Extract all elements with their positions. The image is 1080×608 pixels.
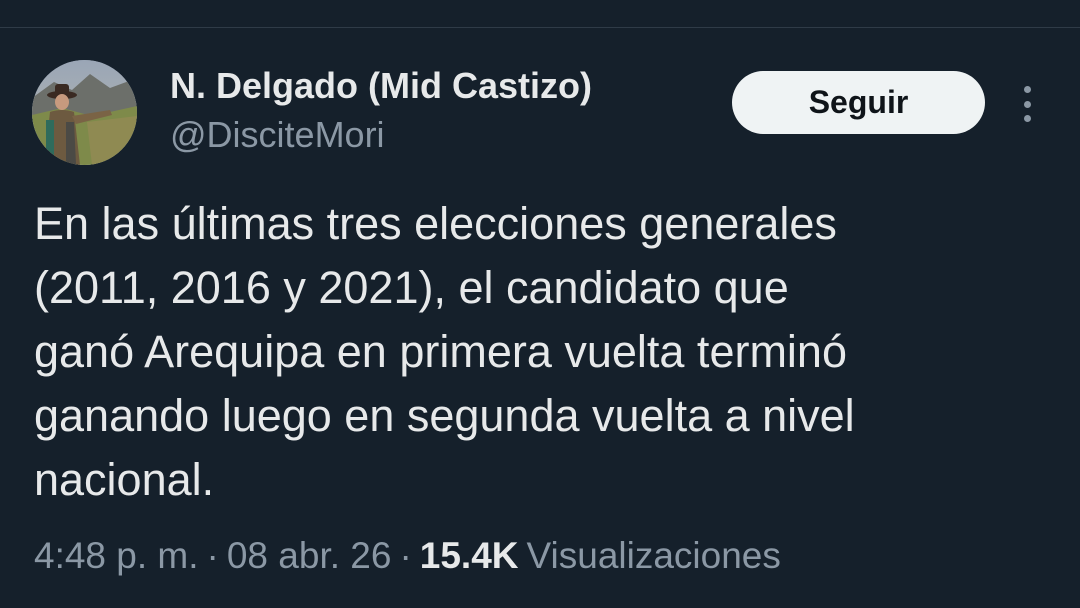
meta-separator: · (399, 535, 412, 576)
more-dot-icon (1023, 100, 1031, 108)
top-divider (0, 0, 1080, 28)
tweet-text-line: ganó Arequipa en primera vuelta terminó (34, 326, 847, 377)
author-display-name[interactable]: N. Delgado (Mid Castizo) (170, 63, 592, 109)
profile-photo-icon (32, 60, 137, 165)
tweet-meta: 4:48 p. m. · 08 abr. 26 · 15.4K Visualizacion… (34, 532, 781, 580)
tweet-text: En las últimas tres elecciones generales… (34, 192, 1044, 512)
more-dot-icon (1023, 115, 1031, 122)
more-options-icon[interactable] (1010, 82, 1044, 126)
meta-separator: · (206, 535, 219, 576)
more-dot-icon (1023, 86, 1031, 93)
tweet-text-line: ganando luego en segunda vuelta a nivel (34, 390, 855, 441)
author-handle[interactable]: @DisciteMori (170, 112, 385, 158)
follow-button[interactable]: Seguir (732, 71, 985, 134)
views-count[interactable]: 15.4K (420, 535, 519, 576)
avatar[interactable] (32, 60, 137, 165)
tweet-text-line: nacional. (34, 454, 215, 505)
tweet-text-line: En las últimas tres elecciones generales (34, 198, 837, 249)
views-label[interactable]: Visualizaciones (519, 535, 781, 576)
tweet-date[interactable]: 08 abr. 26 (227, 535, 392, 576)
tweet-text-line: (2011, 2016 y 2021), el candidato que (34, 262, 789, 313)
tweet-time[interactable]: 4:48 p. m. (34, 535, 199, 576)
